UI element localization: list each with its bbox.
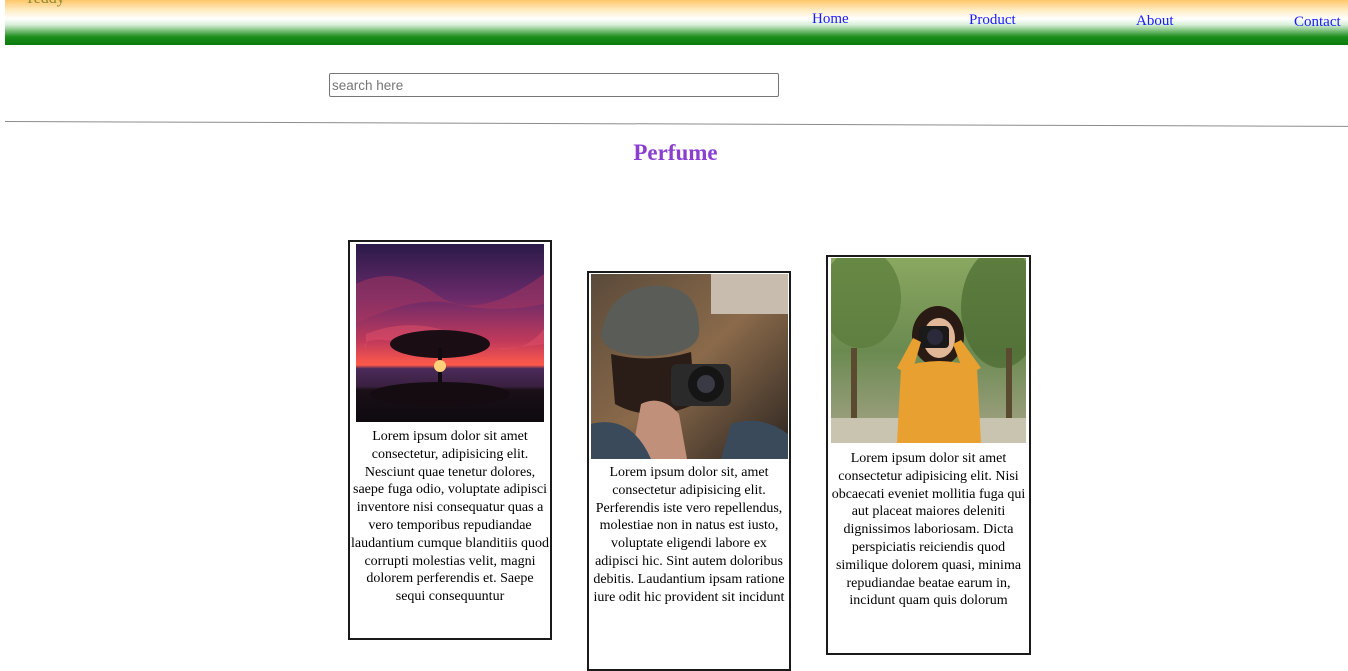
nav-link-product[interactable]: Product bbox=[969, 12, 1016, 29]
site-logo[interactable]: Teddy bbox=[25, 0, 65, 8]
product-card: Lorem ipsum dolor sit, amet consectetur … bbox=[587, 271, 791, 671]
nav-link-about[interactable]: About bbox=[1136, 13, 1174, 30]
card-description: Lorem ipsum dolor sit amet consectetur a… bbox=[831, 451, 1026, 609]
page-title: Perfume bbox=[633, 140, 718, 165]
nav-link-contact[interactable]: Contact bbox=[1294, 14, 1341, 31]
card-description: Lorem ipsum dolor sit amet consectetur, … bbox=[351, 429, 549, 605]
nav-link-home[interactable]: Home bbox=[812, 11, 849, 28]
divider bbox=[4, 121, 1348, 127]
photographer-yellow-sweater-image bbox=[831, 258, 1026, 443]
product-card: Lorem ipsum dolor sit amet consectetur a… bbox=[826, 255, 1031, 655]
search-input[interactable] bbox=[329, 73, 779, 97]
photographer-beanie-image bbox=[590, 274, 788, 459]
card-description: Lorem ipsum dolor sit, amet consectetur … bbox=[593, 465, 785, 605]
navbar: Teddy Home Product About Contact bbox=[5, 0, 1348, 45]
tree-sunset-image bbox=[356, 244, 544, 422]
product-card: Lorem ipsum dolor sit amet consectetur, … bbox=[348, 240, 552, 640]
